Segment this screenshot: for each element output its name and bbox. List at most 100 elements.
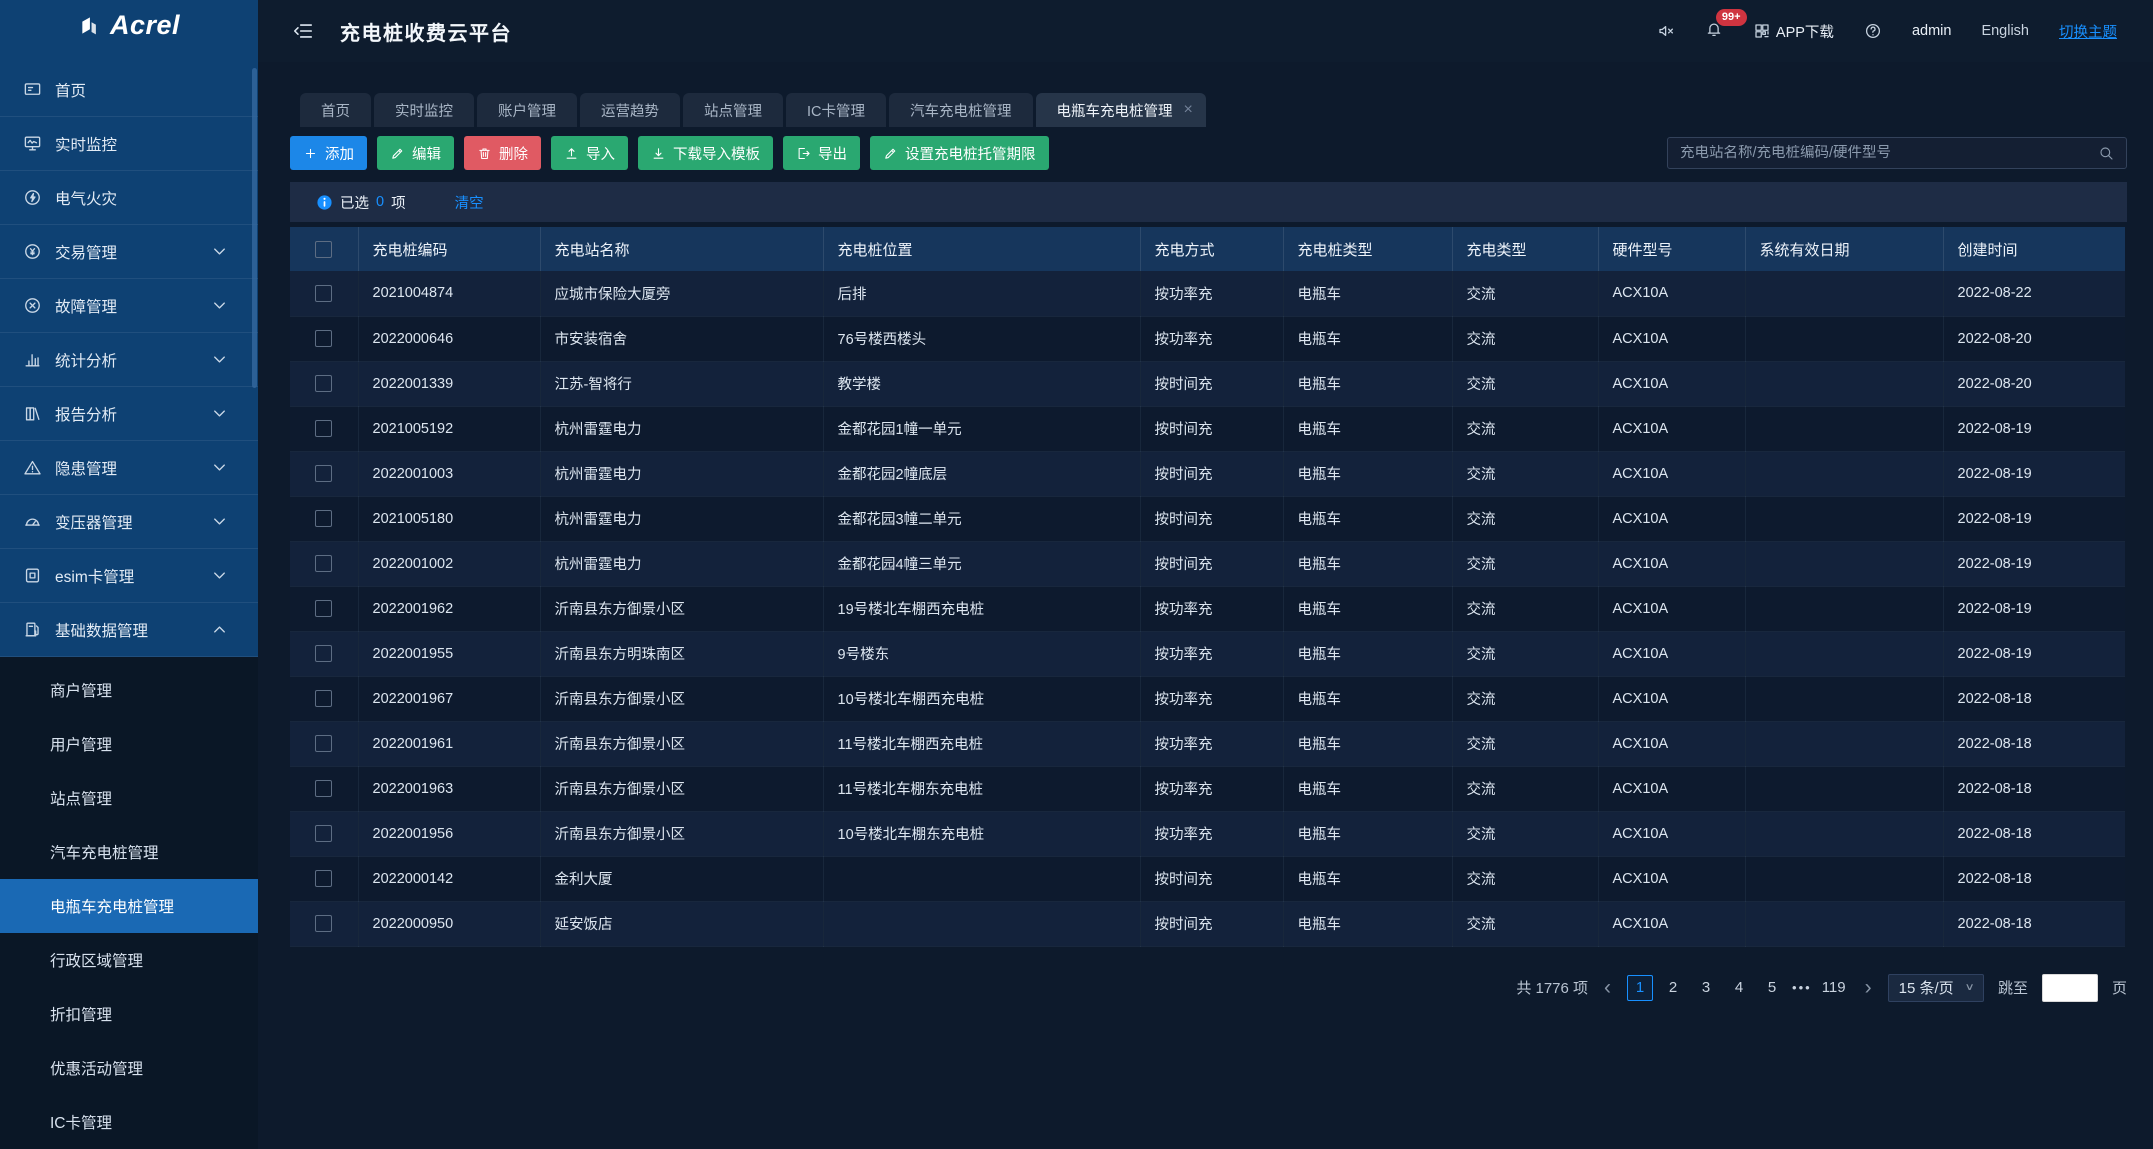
sidebar-subitem[interactable]: 站点管理 bbox=[0, 771, 258, 825]
import-button[interactable]: 导入 bbox=[551, 136, 628, 170]
clear-selection-link[interactable]: 清空 bbox=[455, 192, 484, 213]
row-checkbox[interactable] bbox=[315, 600, 332, 617]
table-row[interactable]: 2022001956沂南县东方御景小区10号楼北车棚东充电桩按功率充电瓶车交流A… bbox=[290, 811, 2125, 856]
page-ellipsis[interactable]: ••• bbox=[1792, 980, 1812, 995]
table-cell: 交流 bbox=[1452, 316, 1598, 361]
table-row[interactable]: 2021005180杭州雷霆电力金都花园3幢二单元按时间充电瓶车交流ACX10A… bbox=[290, 496, 2125, 541]
sidebar-collapse-icon[interactable] bbox=[292, 20, 314, 42]
export-button[interactable]: 导出 bbox=[783, 136, 860, 170]
delete-button[interactable]: 删除 bbox=[464, 136, 541, 170]
table-row[interactable]: 2022001002杭州雷霆电力金都花园4幢三单元按时间充电瓶车交流ACX10A… bbox=[290, 541, 2125, 586]
table-row[interactable]: 2022001003杭州雷霆电力金都花园2幢底层按时间充电瓶车交流ACX10A2… bbox=[290, 451, 2125, 496]
logo[interactable]: Acrel bbox=[0, 0, 258, 51]
sidebar-subitem[interactable]: 用户管理 bbox=[0, 717, 258, 771]
row-checkbox[interactable] bbox=[315, 375, 332, 392]
tab[interactable]: 运营趋势 bbox=[580, 93, 680, 127]
table-row[interactable]: 2021005192杭州雷霆电力金都花园1幢一单元按时间充电瓶车交流ACX10A… bbox=[290, 406, 2125, 451]
page-number[interactable]: 3 bbox=[1693, 975, 1719, 1001]
sidebar-subitem[interactable]: 优惠活动管理 bbox=[0, 1041, 258, 1095]
row-checkbox[interactable] bbox=[315, 780, 332, 797]
app-download-button[interactable]: APP下载 bbox=[1753, 21, 1834, 42]
language-switch[interactable]: English bbox=[1981, 23, 2029, 39]
table-row[interactable]: 2022000950延安饭店按时间充电瓶车交流ACX10A2022-08-18 bbox=[290, 901, 2125, 946]
table-cell: 电瓶车 bbox=[1283, 316, 1452, 361]
page-number[interactable]: 2 bbox=[1660, 975, 1686, 1001]
next-page-arrow[interactable]: › bbox=[1863, 977, 1874, 998]
table-row[interactable]: 2021004874应城市保险大厦旁后排按功率充电瓶车交流ACX10A2022-… bbox=[290, 271, 2125, 316]
prev-page-arrow[interactable]: ‹ bbox=[1602, 977, 1613, 998]
sidebar-item-stats-analysis[interactable]: 统计分析 bbox=[0, 333, 258, 387]
row-checkbox[interactable] bbox=[315, 465, 332, 482]
row-checkbox[interactable] bbox=[315, 690, 332, 707]
theme-switch-link[interactable]: 切换主题 bbox=[2059, 21, 2117, 42]
table-cell: 10号楼北车棚西充电桩 bbox=[823, 676, 1140, 721]
sidebar-subitem[interactable]: 行政区域管理 bbox=[0, 933, 258, 987]
column-header: 充电方式 bbox=[1140, 227, 1283, 271]
last-page-number[interactable]: 119 bbox=[1819, 975, 1849, 1001]
table-row[interactable]: 2022001963沂南县东方御景小区11号楼北车棚东充电桩按功率充电瓶车交流A… bbox=[290, 766, 2125, 811]
tab-close-icon[interactable]: × bbox=[1184, 102, 1193, 118]
set-trusteeship-period-button[interactable]: 设置充电桩托管期限 bbox=[870, 136, 1049, 170]
sidebar-item-home[interactable]: 首页 bbox=[0, 63, 258, 117]
sidebar-item-esim-card-mgmt[interactable]: esim卡管理 bbox=[0, 549, 258, 603]
user-menu[interactable]: admin bbox=[1912, 23, 1952, 39]
sidebar-item-report-analysis[interactable]: 报告分析 bbox=[0, 387, 258, 441]
row-checkbox[interactable] bbox=[315, 555, 332, 572]
sidebar-item-base-data-mgmt[interactable]: 基础数据管理 bbox=[0, 603, 258, 657]
tab[interactable]: 站点管理 bbox=[683, 93, 783, 127]
row-checkbox[interactable] bbox=[315, 330, 332, 347]
row-checkbox[interactable] bbox=[315, 825, 332, 842]
search-input[interactable] bbox=[1680, 145, 2098, 161]
table-row[interactable]: 2022001339江苏-智将行教学楼按时间充电瓶车交流ACX10A2022-0… bbox=[290, 361, 2125, 406]
help-circle-icon[interactable] bbox=[1864, 22, 1882, 40]
jump-page-input[interactable] bbox=[2042, 974, 2098, 1002]
select-all-checkbox[interactable] bbox=[315, 241, 332, 258]
search-icon[interactable] bbox=[2098, 145, 2114, 161]
table-row[interactable]: 2022001961沂南县东方御景小区11号楼北车棚西充电桩按功率充电瓶车交流A… bbox=[290, 721, 2125, 766]
tab[interactable]: 汽车充电桩管理 bbox=[889, 93, 1033, 127]
row-checkbox[interactable] bbox=[315, 285, 332, 302]
row-checkbox[interactable] bbox=[315, 735, 332, 752]
table-row[interactable]: 2022001962沂南县东方御景小区19号楼北车棚西充电桩按功率充电瓶车交流A… bbox=[290, 586, 2125, 631]
sidebar-item-hazard-mgmt[interactable]: 隐患管理 bbox=[0, 441, 258, 495]
tab[interactable]: IC卡管理 bbox=[786, 93, 886, 127]
sidebar-subitem[interactable]: 商户管理 bbox=[0, 663, 258, 717]
table-cell: 2022001967 bbox=[358, 676, 540, 721]
sidebar-item-trade-mgmt[interactable]: 交易管理 bbox=[0, 225, 258, 279]
page-number[interactable]: 1 bbox=[1627, 975, 1653, 1001]
basedata-icon bbox=[22, 620, 42, 639]
tab[interactable]: 实时监控 bbox=[374, 93, 474, 127]
sidebar-subitem[interactable]: 折扣管理 bbox=[0, 987, 258, 1041]
download-template-button[interactable]: 下载导入模板 bbox=[638, 136, 773, 170]
sidebar-subitem[interactable]: 电瓶车充电桩管理 bbox=[0, 879, 258, 933]
notifications-button[interactable]: 99+ bbox=[1705, 20, 1723, 42]
sidebar-scrollbar[interactable] bbox=[252, 68, 257, 388]
page-size-select[interactable]: 15 条/页 ∨ bbox=[1888, 974, 1984, 1002]
row-checkbox[interactable] bbox=[315, 870, 332, 887]
sidebar-item-electric-fire[interactable]: 电气火灾 bbox=[0, 171, 258, 225]
tab[interactable]: 首页 bbox=[300, 93, 371, 127]
speaker-muted-icon[interactable] bbox=[1657, 22, 1675, 40]
sidebar-item-fault-mgmt[interactable]: 故障管理 bbox=[0, 279, 258, 333]
edit-button[interactable]: 编辑 bbox=[377, 136, 454, 170]
row-checkbox[interactable] bbox=[315, 645, 332, 662]
table-row[interactable]: 2022000142金利大厦按时间充电瓶车交流ACX10A2022-08-18 bbox=[290, 856, 2125, 901]
add-button[interactable]: 添加 bbox=[290, 136, 367, 170]
tab[interactable]: 账户管理 bbox=[477, 93, 577, 127]
page-number[interactable]: 5 bbox=[1759, 975, 1785, 1001]
table-row[interactable]: 2022000646市安装宿舍76号楼西楼头按功率充电瓶车交流ACX10A202… bbox=[290, 316, 2125, 361]
table-cell: 沂南县东方御景小区 bbox=[540, 811, 823, 856]
sidebar-item-transformer-mgmt[interactable]: 变压器管理 bbox=[0, 495, 258, 549]
tab[interactable]: 电瓶车充电桩管理× bbox=[1036, 93, 1206, 127]
row-checkbox[interactable] bbox=[315, 510, 332, 527]
sidebar-subitem[interactable]: 汽车充电桩管理 bbox=[0, 825, 258, 879]
row-checkbox[interactable] bbox=[315, 915, 332, 932]
sidebar-item-realtime-monitor[interactable]: 实时监控 bbox=[0, 117, 258, 171]
table-cell: ACX10A bbox=[1598, 586, 1745, 631]
table-row[interactable]: 2022001967沂南县东方御景小区10号楼北车棚西充电桩按功率充电瓶车交流A… bbox=[290, 676, 2125, 721]
button-label: 删除 bbox=[499, 143, 528, 164]
row-checkbox[interactable] bbox=[315, 420, 332, 437]
sidebar-subitem[interactable]: IC卡管理 bbox=[0, 1095, 258, 1149]
table-row[interactable]: 2022001955沂南县东方明珠南区9号楼东按功率充电瓶车交流ACX10A20… bbox=[290, 631, 2125, 676]
page-number[interactable]: 4 bbox=[1726, 975, 1752, 1001]
